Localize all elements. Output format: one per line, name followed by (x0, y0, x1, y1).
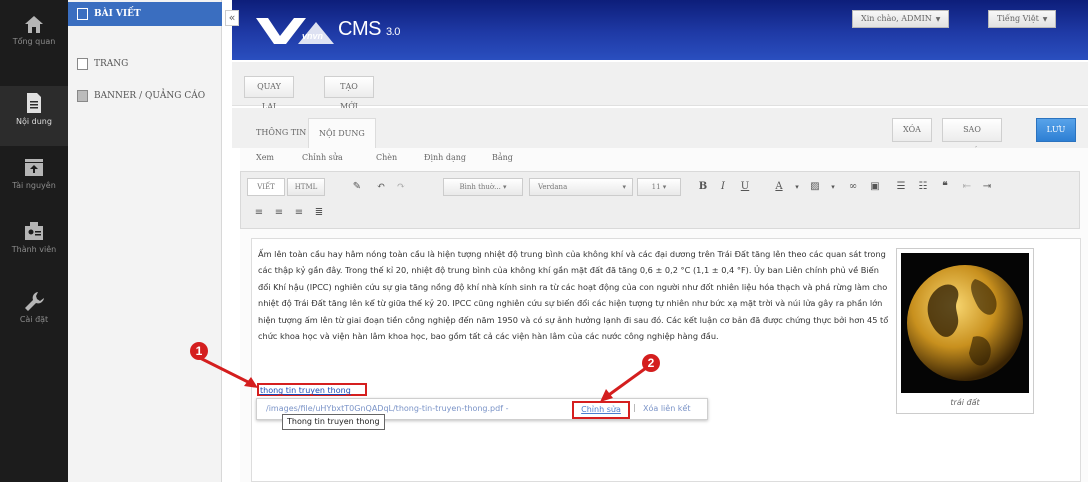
logo-text: CMS 3.0 (338, 18, 400, 41)
size-select-value: 11 (651, 183, 661, 191)
mode-visual-button[interactable]: VIẾT (247, 178, 285, 196)
annotation-marker-2: 2 (642, 354, 660, 372)
clear-format-icon[interactable]: ✎ (349, 179, 365, 195)
language-label: Tiếng Việt (997, 14, 1039, 23)
chevron-down-icon: ▾ (622, 183, 626, 191)
logo-subtext: vnvn (302, 31, 324, 41)
back-button[interactable]: QUAY LẠI (244, 76, 294, 111)
size-select[interactable]: 11 ▾ (637, 178, 681, 196)
app-header: vnvn CMS 3.0 Xin chào, ADMIN ▼ Tiếng Việt… (232, 0, 1088, 60)
users-icon (25, 222, 43, 240)
font-select[interactable]: Verdana ▾ (529, 178, 633, 196)
rail-item-label: Thành viên (11, 245, 57, 254)
link-url[interactable]: /images/file/uHYbxtT0GnQADqL/thong-tin-t… (266, 404, 508, 413)
outdent-icon[interactable]: ⇤ (959, 179, 975, 195)
blockquote-icon[interactable]: ❝ (937, 179, 953, 195)
rail-item-settings[interactable]: Cài đặt (0, 290, 68, 324)
rail-item-label: Tài nguyên (12, 181, 56, 190)
sidebar-item-label: TRANG (94, 59, 129, 69)
sidebar-item-banners[interactable]: BANNER / QUẢNG CÁO (68, 84, 222, 108)
menu-edit[interactable]: Chỉnh sửa (302, 153, 343, 162)
font-select-value: Verdana (538, 183, 568, 191)
wrench-icon (25, 292, 44, 311)
user-greeting: Xin chào, ADMIN (861, 14, 932, 23)
tab-info[interactable]: THÔNG TIN (246, 118, 316, 148)
logo-cms: CMS (338, 18, 381, 40)
rail-item-overview[interactable]: Tổng quan (0, 14, 68, 46)
home-icon (25, 16, 43, 33)
article-paragraph: Ấm lên toàn cầu hay hâm nóng toàn cầu là… (258, 249, 889, 342)
content-sidebar: BÀI VIẾT TRANG BANNER / QUẢNG CÁO (68, 0, 222, 482)
annotation-marker-1: 1 (190, 342, 208, 360)
earth-image[interactable] (896, 248, 1034, 414)
align-justify-icon[interactable]: ≣ (311, 205, 327, 221)
link-url-dash: - (505, 404, 509, 413)
editor-menubar: Xem Chỉnh sửa Chèn Định dạng Bảng (240, 148, 546, 170)
sidebar-item-pages[interactable]: TRANG (68, 52, 222, 76)
mode-html-button[interactable]: HTML (287, 178, 325, 196)
copy-button[interactable]: SAO CHÉP (942, 118, 1002, 156)
rail-item-resources[interactable]: Tài nguyên (0, 156, 68, 190)
underline-button[interactable]: U (737, 179, 753, 195)
page-icon (77, 58, 88, 70)
menu-view[interactable]: Xem (256, 153, 274, 162)
language-dropdown[interactable]: Tiếng Việt ▼ (988, 10, 1057, 28)
action-bar: QUAY LẠI TẠO MỚI (232, 62, 1088, 111)
sidebar-item-posts[interactable]: BÀI VIẾT (68, 2, 222, 26)
delete-button[interactable]: XÓA (892, 118, 932, 142)
image-icon[interactable]: ▣ (867, 179, 883, 195)
remove-link-button[interactable]: Xóa liên kết (643, 404, 691, 413)
collapse-sidebar-button[interactable]: « (225, 10, 239, 26)
link-tooltip: Thong tin truyen thong (282, 414, 385, 430)
image-icon (77, 90, 88, 102)
tab-content[interactable]: NỘI DUNG (308, 118, 376, 148)
document-icon (77, 8, 88, 20)
selected-link[interactable]: thong tin truyen thong (257, 383, 367, 396)
globe-image (901, 253, 1029, 393)
indent-icon[interactable]: ⇥ (979, 179, 995, 195)
rail-item-content[interactable]: Nội dung (0, 86, 68, 146)
chevron-down-icon[interactable]: ▾ (789, 179, 805, 195)
bold-button[interactable]: B (695, 179, 711, 195)
rail-item-label: Cài đặt (19, 315, 49, 324)
chevron-down-icon[interactable]: ▾ (825, 179, 841, 195)
tabs-bar: THÔNG TIN NỘI DUNG XÓA SAO CHÉP LƯU (232, 108, 1088, 156)
link-url-text: /images/file/uHYbxtT0GnQADqL/thong-tin-t… (266, 404, 504, 413)
numbered-list-icon[interactable]: ☷ (915, 179, 931, 195)
align-right-icon[interactable]: ≡ (291, 205, 307, 221)
editor-toolbar: VIẾT HTML ✎ ↶ ↷ Bình thuờ... ▾ Verdana ▾ … (240, 171, 1080, 229)
document-icon (27, 93, 41, 113)
menu-format[interactable]: Định dạng (424, 153, 466, 162)
edit-link-button[interactable]: Chỉnh sửa (572, 401, 630, 419)
link-icon[interactable]: ∞ (845, 179, 861, 195)
user-menu-dropdown[interactable]: Xin chào, ADMIN ▼ (852, 10, 950, 28)
italic-button[interactable]: I (715, 179, 731, 195)
rail-item-label: Nội dung (16, 117, 52, 126)
sidebar-item-label: BÀI VIẾT (94, 9, 141, 19)
menu-table[interactable]: Bảng (492, 153, 513, 162)
font-color-button[interactable]: A (771, 179, 787, 195)
folder-icon (25, 159, 43, 176)
format-select[interactable]: Bình thuờ... ▾ (443, 178, 523, 196)
sidebar-item-label: BANNER / QUẢNG CÁO (94, 91, 206, 101)
popup-separator: | (633, 403, 636, 412)
main-rail: Tổng quan Nội dung Tài nguyên Thành viên (0, 0, 68, 482)
menu-insert[interactable]: Chèn (376, 153, 397, 162)
redo-icon[interactable]: ↷ (393, 179, 409, 195)
undo-icon[interactable]: ↶ (373, 179, 389, 195)
logo-version: 3.0 (386, 26, 400, 38)
image-caption: trái đất (950, 398, 980, 407)
rail-item-members[interactable]: Thành viên (0, 220, 68, 254)
background-color-icon[interactable]: ▨ (807, 179, 823, 195)
save-button[interactable]: LƯU (1036, 118, 1076, 142)
brand-logo-icon (256, 18, 334, 44)
align-left-icon[interactable]: ≡ (251, 205, 267, 221)
rail-item-label: Tổng quan (12, 37, 56, 46)
chevron-down-icon: ▼ (1042, 16, 1048, 23)
new-button[interactable]: TẠO MỚI (324, 76, 374, 111)
bullet-list-icon[interactable]: ☰ (893, 179, 909, 195)
format-select-value: Bình thuờ... (459, 183, 501, 191)
chevron-down-icon: ▼ (935, 16, 941, 23)
align-center-icon[interactable]: ≡ (271, 205, 287, 221)
